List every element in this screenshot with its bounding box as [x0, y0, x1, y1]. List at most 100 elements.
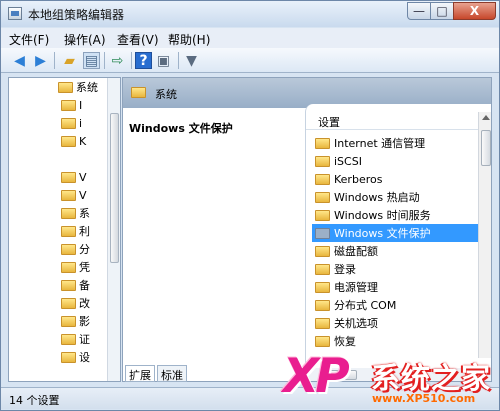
- back-icon[interactable]: ◀: [11, 52, 28, 69]
- up-folder-icon[interactable]: ▰: [61, 52, 78, 69]
- toolbar-separator: [178, 52, 179, 69]
- tree-item-label: 改: [79, 297, 90, 310]
- maximize-button[interactable]: □: [430, 2, 454, 20]
- tree-item-label: 影: [79, 315, 90, 328]
- folder-icon: [315, 227, 330, 239]
- group-policy-editor-window: 本地组策略编辑器 — □ X 文件(F) 操作(A) 查看(V) 帮助(H) ◀…: [0, 0, 500, 411]
- list-item-label: iSCSI: [334, 154, 362, 168]
- folder-icon: [61, 225, 76, 237]
- tree-item[interactable]: 凭: [61, 258, 90, 276]
- folder-icon: [61, 297, 76, 309]
- settings-vertical-scrollbar[interactable]: [478, 112, 491, 358]
- menu-view[interactable]: 查看(V): [117, 31, 159, 48]
- details-pane: 系统 Windows 文件保护 设置 Internet 通信管理 iSCSI K…: [122, 77, 492, 382]
- folder-icon: [315, 209, 330, 221]
- list-item[interactable]: 恢复: [312, 332, 478, 350]
- list-item[interactable]: Kerberos: [312, 170, 478, 188]
- tree-item[interactable]: K: [61, 132, 86, 150]
- list-item[interactable]: 关机选项: [312, 314, 478, 332]
- title-bar[interactable]: 本地组策略编辑器 — □ X: [1, 1, 499, 27]
- folder-icon: [61, 279, 76, 291]
- menu-file[interactable]: 文件(F): [9, 31, 49, 48]
- folder-icon: [315, 299, 330, 311]
- folder-icon: [61, 315, 76, 327]
- folder-icon: [315, 137, 330, 149]
- xp-logo: XP: [283, 349, 350, 404]
- tab-standard[interactable]: 标准: [157, 365, 187, 382]
- list-item[interactable]: 登录: [312, 260, 478, 278]
- list-item[interactable]: 分布式 COM: [312, 296, 478, 314]
- tree-item[interactable]: i: [61, 114, 82, 132]
- tree-item[interactable]: 系: [61, 204, 90, 222]
- window-title: 本地组策略编辑器: [28, 8, 125, 22]
- tree-item[interactable]: 改: [61, 294, 90, 312]
- toolbar-separator: [54, 52, 55, 69]
- list-item-label: 分布式 COM: [334, 299, 397, 312]
- tree-scroll-thumb[interactable]: [110, 113, 119, 263]
- tree-item-label: K: [79, 134, 87, 148]
- list-item[interactable]: iSCSI: [312, 152, 478, 170]
- tree-item-label: 备: [79, 279, 90, 292]
- folder-icon: [315, 155, 330, 167]
- list-item-label: Internet 通信管理: [334, 137, 426, 150]
- menu-action[interactable]: 操作(A): [64, 31, 106, 48]
- selected-setting-title: Windows 文件保护: [129, 122, 233, 135]
- scroll-up-icon[interactable]: [482, 115, 490, 120]
- list-item[interactable]: 磁盘配额: [312, 242, 478, 260]
- settings-column-label: 设置: [318, 116, 340, 129]
- tab-expanded[interactable]: 扩展: [125, 365, 155, 382]
- view-tabs: 扩展 标准: [122, 365, 202, 383]
- list-item[interactable]: 电源管理: [312, 278, 478, 296]
- settings-count-status: 14 个设置: [9, 394, 60, 407]
- list-item-label: 登录: [334, 263, 356, 276]
- brand-text: 系统之家: [371, 361, 492, 395]
- folder-icon: [61, 207, 76, 219]
- tree-item[interactable]: 分: [61, 240, 90, 258]
- tree-item[interactable]: 利: [61, 222, 90, 240]
- tree-item-label: I: [79, 98, 83, 112]
- tree-item[interactable]: 备: [61, 276, 90, 294]
- tree-item[interactable]: 设: [61, 348, 90, 366]
- show-hide-tree-icon[interactable]: ▤: [83, 52, 100, 69]
- close-button[interactable]: X: [453, 2, 496, 20]
- list-item-label: Windows 时间服务: [334, 209, 431, 222]
- folder-icon: [315, 245, 330, 257]
- watermark-logo: XP 系统之家 www.XP510.com: [283, 349, 499, 410]
- tree-item-label: 证: [79, 333, 90, 346]
- list-item[interactable]: Internet 通信管理: [312, 134, 478, 152]
- toolbar-separator: [104, 52, 105, 69]
- tree-item[interactable]: V: [61, 186, 87, 204]
- navigation-tree: 系统 I i K V V 系 利 分 凭 备 改 影 证 设: [8, 77, 121, 382]
- tree-item[interactable]: V: [61, 168, 87, 186]
- settings-list: 设置 Internet 通信管理 iSCSI Kerberos Windows …: [305, 104, 491, 368]
- list-item-label: Windows 热启动: [334, 191, 420, 204]
- forward-icon[interactable]: ▶: [32, 52, 49, 69]
- list-item-selected[interactable]: Windows 文件保护: [312, 224, 478, 242]
- export-list-icon[interactable]: ⇨: [109, 52, 126, 69]
- menu-help[interactable]: 帮助(H): [168, 31, 210, 48]
- list-item-label: Kerberos: [334, 172, 383, 186]
- tree-vertical-scrollbar[interactable]: [107, 78, 120, 381]
- folder-icon: [315, 335, 330, 347]
- tree-item-label: 凭: [79, 261, 90, 274]
- folder-icon: [61, 243, 76, 255]
- list-item[interactable]: Windows 热启动: [312, 188, 478, 206]
- tree-item[interactable]: 证: [61, 330, 90, 348]
- filter-icon[interactable]: ▼: [183, 52, 200, 69]
- tree-item-label: V: [79, 170, 87, 184]
- help-icon[interactable]: ?: [135, 52, 152, 69]
- settings-scroll-thumb[interactable]: [481, 130, 491, 166]
- list-item[interactable]: Windows 时间服务: [312, 206, 478, 224]
- folder-icon: [315, 263, 330, 275]
- list-item-label: Windows 文件保护: [334, 227, 431, 240]
- tree-item[interactable]: 影: [61, 312, 90, 330]
- tree-item[interactable]: I: [61, 96, 82, 114]
- settings-column-header[interactable]: 设置: [306, 112, 478, 130]
- tree-item-system[interactable]: 系统: [37, 78, 98, 96]
- properties-icon[interactable]: ▣: [155, 52, 172, 69]
- tree-item-label: 利: [79, 225, 90, 238]
- list-item-label: 电源管理: [334, 281, 378, 294]
- folder-icon: [58, 81, 73, 93]
- folder-icon: [61, 117, 76, 129]
- minimize-button[interactable]: —: [407, 2, 431, 20]
